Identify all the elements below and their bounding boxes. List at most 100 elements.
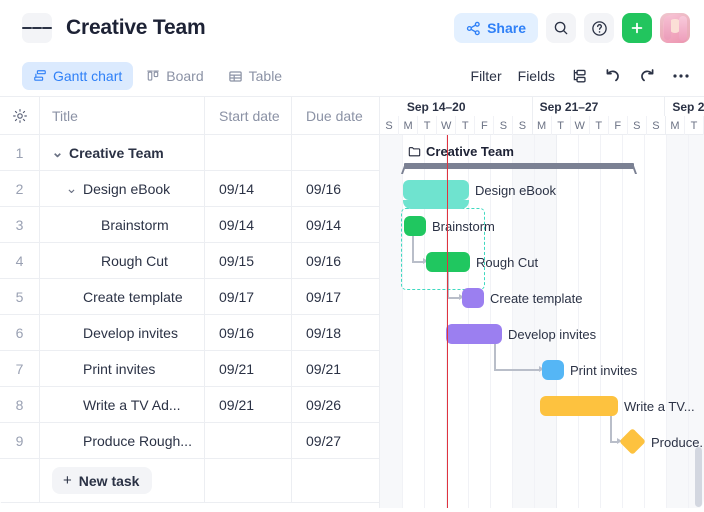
row-start-date[interactable]: 09/14 [205,171,292,206]
more-options-button[interactable] [672,73,690,79]
row-title: Produce Rough... [83,433,192,449]
redo-button[interactable] [638,67,656,85]
search-button[interactable] [546,13,576,43]
row-start-date[interactable]: 09/17 [205,279,292,314]
dependency-line [610,416,612,441]
gantt-bar-print-invites[interactable] [542,360,564,380]
row-due-date[interactable]: 09/14 [292,207,379,242]
row-title-cell[interactable]: ⌄ Design eBook [40,171,205,206]
row-start-date[interactable]: 09/21 [205,387,292,422]
new-task-number-cell [0,459,40,502]
undo-button[interactable] [604,67,622,85]
row-start-date[interactable] [205,423,292,458]
gantt-week-label: Sep 14–20 [400,97,533,116]
table-settings-cell[interactable] [0,97,40,134]
row-title-cell[interactable]: ⌄ Creative Team [40,135,205,170]
new-task-due-cell [292,459,379,502]
add-button[interactable] [622,13,652,43]
row-number: 7 [0,351,40,386]
table-row[interactable]: 1 ⌄ Creative Team [0,135,379,171]
row-start-date[interactable]: 09/16 [205,315,292,350]
plus-icon: + [63,473,72,488]
expand-caret-icon[interactable]: ⌄ [66,183,77,194]
row-title-cell[interactable]: Brainstorm [40,207,205,242]
tab-board[interactable]: Board [135,62,214,90]
gantt-day-cell: S [647,116,666,135]
gantt-day-cell: M [666,116,685,135]
tab-table[interactable]: Table [217,62,293,90]
dependency-line [494,369,540,371]
gantt-bar-develop-invites[interactable] [446,324,502,344]
column-header-start-date[interactable]: Start date [205,97,292,134]
row-start-date[interactable]: 09/21 [205,351,292,386]
row-title-cell[interactable]: Print invites [40,351,205,386]
row-due-date[interactable]: 09/16 [292,171,379,206]
row-title-cell[interactable]: Rough Cut [40,243,205,278]
row-due-date[interactable]: 09/27 [292,423,379,458]
hamburger-icon[interactable] [22,13,52,43]
row-title: Create template [83,289,183,305]
today-line [447,135,448,508]
gantt-bar-design-ebook[interactable] [403,180,469,200]
share-button[interactable]: Share [454,13,538,43]
row-due-date[interactable]: 09/21 [292,351,379,386]
column-header-title[interactable]: Title [40,97,205,134]
row-title-cell[interactable]: Develop invites [40,315,205,350]
table-row[interactable]: 4 Rough Cut 09/15 09/16 [0,243,379,279]
row-title-cell[interactable]: Create template [40,279,205,314]
row-number: 3 [0,207,40,242]
gantt-day-cell: S [513,116,532,135]
dependency-line [494,344,496,369]
table-row[interactable]: 2 ⌄ Design eBook 09/14 09/16 [0,171,379,207]
table-row[interactable]: 8 Write a TV Ad... 09/21 09/26 [0,387,379,423]
gantt-bar-create-template[interactable] [462,288,484,308]
gantt-bar-brainstorm[interactable] [404,216,426,236]
gantt-canvas[interactable]: Creative Team Design eBook Brainstorm [380,135,704,508]
tab-table-label: Table [249,68,282,84]
filter-button[interactable]: Filter [471,68,502,84]
row-title-cell[interactable]: Write a TV Ad... [40,387,205,422]
layout-button[interactable] [571,68,588,85]
row-due-date[interactable]: 09/26 [292,387,379,422]
row-due-date[interactable]: 09/18 [292,315,379,350]
column-header-due-date[interactable]: Due date [292,97,379,134]
avatar-hair-left [664,16,671,40]
avatar-hair-right [679,16,687,41]
fields-button[interactable]: Fields [518,68,555,84]
gantt-bar-label: Create template [490,291,583,306]
new-task-button[interactable]: + New task [52,467,152,494]
gantt-bar-write-tv-ad[interactable] [540,396,618,416]
new-task-row: + New task [0,459,379,503]
gantt-milestone-produce-rough[interactable] [619,428,646,455]
table-row[interactable]: 7 Print invites 09/21 09/21 [0,351,379,387]
row-due-date[interactable]: 09/16 [292,243,379,278]
gantt-day-cell: M [399,116,418,135]
row-due-date[interactable] [292,135,379,170]
gantt-day-row: S M T W T F S S M T W T F S S M T [380,116,704,135]
table-row[interactable]: 6 Develop invites 09/16 09/18 [0,315,379,351]
undo-icon [604,67,622,85]
row-start-date[interactable] [205,135,292,170]
row-start-date[interactable]: 09/14 [205,207,292,242]
gantt-summary-label: Creative Team [408,144,514,159]
row-start-date[interactable]: 09/15 [205,243,292,278]
table-row[interactable]: 9 Produce Rough... 09/27 [0,423,379,459]
help-button[interactable] [584,13,614,43]
table-row[interactable]: 3 Brainstorm 09/14 09/14 [0,207,379,243]
row-title-cell[interactable]: Produce Rough... [40,423,205,458]
avatar[interactable] [660,13,690,43]
app-window: Creative Team Share [0,0,704,512]
gantt-week-label: Sep 2 [665,97,704,116]
gantt-day-cell: T [685,116,704,135]
summary-bracket-bar[interactable] [404,163,634,169]
grid-line [622,135,623,508]
table-row[interactable]: 5 Create template 09/17 09/17 [0,279,379,315]
weekend-column [380,135,402,508]
tab-gantt-chart[interactable]: Gantt chart [22,62,133,90]
vertical-scrollbar[interactable] [695,447,702,507]
expand-caret-icon[interactable]: ⌄ [52,147,63,158]
grid-line [578,135,579,508]
row-number: 6 [0,315,40,350]
row-due-date[interactable]: 09/17 [292,279,379,314]
gantt-day-cell: M [533,116,552,135]
